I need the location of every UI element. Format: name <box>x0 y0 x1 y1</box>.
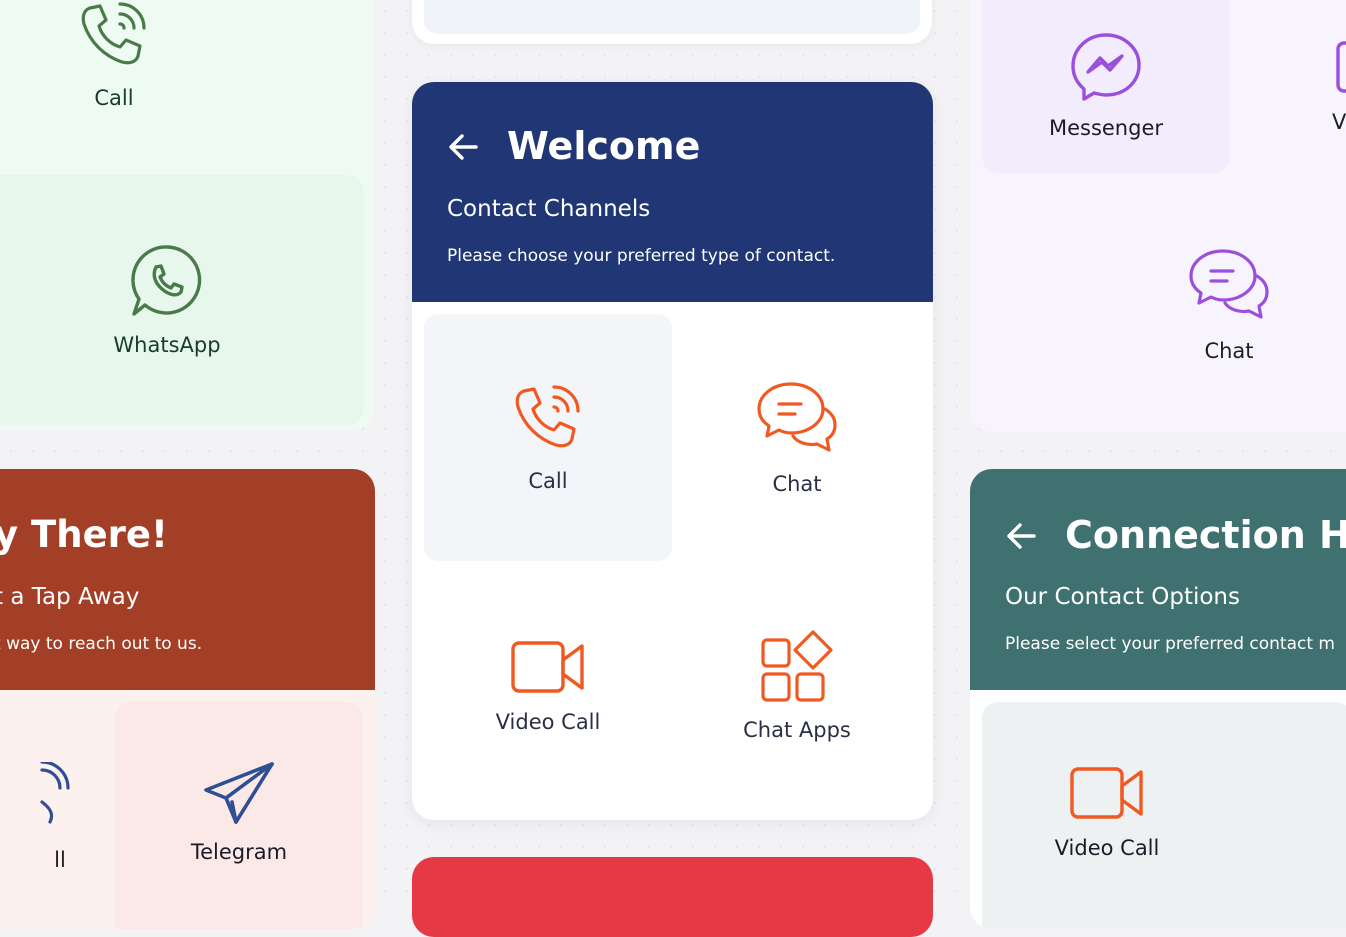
welcome-subtitle: Contact Channels <box>447 196 651 222</box>
left-whatsapp-tile[interactable]: WhatsApp <box>0 175 364 425</box>
welcome-chat-label: Chat <box>772 471 822 496</box>
left-hey-header: y There! t a Tap Away t way to reach out… <box>0 469 375 690</box>
right-video-label: Vide <box>1332 109 1346 134</box>
phone-icon-partial <box>40 762 80 834</box>
phone-icon <box>510 383 586 455</box>
back-arrow-icon[interactable] <box>448 132 480 166</box>
welcome-video-call-label: Video Call <box>495 709 601 734</box>
back-arrow-icon[interactable] <box>1006 521 1038 555</box>
left-hey-description: t way to reach out to us. <box>0 634 203 654</box>
right-chat-tile[interactable]: Chat <box>1105 185 1346 425</box>
chat-icon <box>755 380 839 458</box>
messenger-icon <box>1070 32 1142 102</box>
connection-hub-video-tile[interactable]: Video Call <box>982 702 1346 929</box>
top-center-card <box>412 0 932 44</box>
left-telegram-tile[interactable]: Telegram <box>115 702 363 929</box>
right-contact-card: Messenger Vide Chat <box>970 0 1346 432</box>
left-call-label: Call <box>94 86 134 110</box>
top-center-card-inner <box>424 0 920 34</box>
left-hey-title: y There! <box>0 513 168 556</box>
left-hey-card: y There! t a Tap Away t way to reach out… <box>0 469 375 929</box>
welcome-video-call-tile[interactable]: Video Call <box>424 562 672 809</box>
connection-hub-video-label: Video Call <box>1054 836 1160 860</box>
welcome-chat-apps-label: Chat Apps <box>743 717 851 742</box>
left-call-tile[interactable]: Call <box>0 0 228 140</box>
whatsapp-icon <box>129 243 205 319</box>
welcome-card: Welcome Contact Channels Please choose y… <box>412 82 933 820</box>
welcome-header: Welcome Contact Channels Please choose y… <box>412 82 933 302</box>
left-hey-subtitle: t a Tap Away <box>0 584 140 610</box>
right-messenger-tile[interactable]: Messenger <box>982 0 1230 173</box>
chat-icon <box>1187 247 1271 325</box>
left-call-tile-2[interactable]: ll <box>0 702 110 929</box>
telegram-icon <box>202 760 276 826</box>
connection-hub-title: Connection Hub <box>1065 513 1346 557</box>
welcome-chat-tile[interactable]: Chat <box>673 314 921 561</box>
right-video-tile[interactable]: Vide <box>1240 0 1346 173</box>
left-whatsapp-label: WhatsApp <box>113 333 221 357</box>
welcome-description: Please choose your preferred type of con… <box>447 246 836 266</box>
video-icon <box>1069 764 1145 822</box>
connection-hub-header: Connection Hub Our Contact Options Pleas… <box>970 469 1346 690</box>
welcome-title: Welcome <box>507 124 701 168</box>
connection-hub-subtitle: Our Contact Options <box>1005 584 1240 610</box>
video-icon <box>510 638 586 696</box>
apps-icon <box>759 629 835 704</box>
right-chat-label: Chat <box>1204 339 1254 363</box>
right-messenger-label: Messenger <box>1048 115 1164 140</box>
welcome-chat-apps-tile[interactable]: Chat Apps <box>673 562 921 809</box>
phone-icon <box>76 0 152 72</box>
connection-hub-card: Connection Hub Our Contact Options Pleas… <box>970 469 1346 929</box>
connection-hub-description: Please select your preferred contact m <box>1005 634 1335 654</box>
left-contact-card: Call WhatsApp <box>0 0 374 430</box>
left-call-label-2: ll <box>54 848 66 872</box>
welcome-call-tile[interactable]: Call <box>424 314 672 561</box>
video-icon-partial <box>1335 38 1346 96</box>
bottom-red-card <box>412 857 933 937</box>
welcome-call-label: Call <box>528 468 568 493</box>
left-telegram-label: Telegram <box>190 840 288 864</box>
